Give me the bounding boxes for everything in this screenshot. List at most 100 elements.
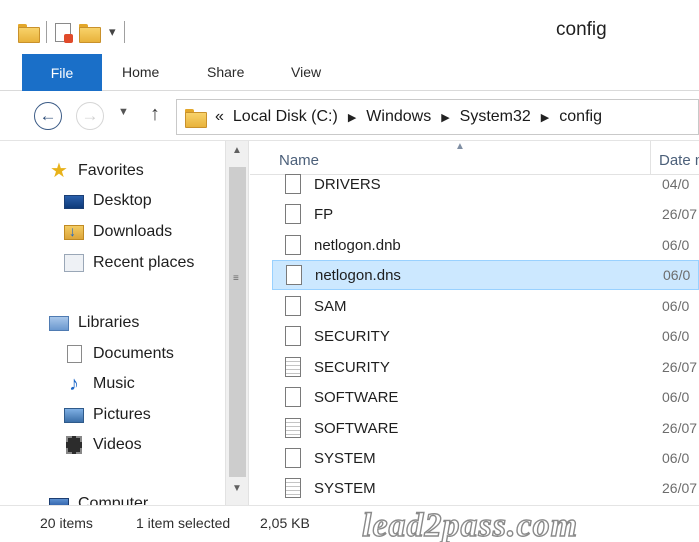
file-row[interactable]: SECURITY 26/07: [272, 352, 699, 382]
nav-item-pictures[interactable]: Pictures: [64, 402, 151, 428]
status-size: 2,05 KB: [260, 515, 310, 531]
scrollbar-thumb[interactable]: [229, 167, 246, 477]
toolbar-separator: [123, 21, 125, 43]
nav-label: Pictures: [93, 406, 151, 423]
recent-places-icon: [64, 254, 84, 272]
file-name: SAM: [314, 297, 347, 315]
file-date: 06/0: [662, 237, 690, 253]
lined-file-icon: [285, 357, 301, 377]
videos-icon: [66, 436, 82, 454]
nav-item-recent-places[interactable]: Recent places: [64, 250, 194, 276]
file-icon: [285, 296, 301, 316]
scroll-down-icon[interactable]: ▼: [226, 483, 248, 501]
nav-item-videos[interactable]: Videos: [64, 432, 142, 458]
tab-share[interactable]: Share: [207, 54, 244, 91]
file-name: SECURITY: [314, 327, 390, 345]
new-folder-icon[interactable]: [79, 23, 101, 43]
status-selection: 1 item selected: [136, 515, 231, 531]
file-date: 06/0: [663, 267, 691, 283]
properties-icon[interactable]: [55, 22, 73, 43]
nav-label: Libraries: [78, 314, 140, 331]
nav-item-documents[interactable]: Documents: [64, 341, 174, 367]
nav-label: Favorites: [78, 162, 144, 179]
watermark: lead2pass.com: [361, 506, 579, 542]
address-bar[interactable]: « Local Disk (C:) ▶ Windows ▶ System32 ▶…: [176, 99, 699, 135]
navigation-bar: ← → ▼ ↑ « Local Disk (C:) ▶ Windows ▶ Sy…: [0, 91, 699, 141]
documents-icon: [67, 345, 82, 363]
navigation-pane: ★ Favorites Desktop Downloads Recent pla…: [23, 141, 225, 505]
file-date: 06/0: [662, 328, 690, 344]
scroll-up-icon[interactable]: ▲: [226, 145, 248, 163]
nav-item-computer[interactable]: Computer: [49, 491, 148, 505]
file-name: SECURITY: [314, 358, 390, 376]
lined-file-icon: [285, 418, 301, 438]
file-date: 26/07: [662, 420, 698, 436]
file-date: 26/07: [662, 206, 698, 222]
file-row[interactable]: SECURITY 06/0: [272, 321, 699, 351]
file-name: netlogon.dns: [315, 266, 401, 284]
nav-item-libraries[interactable]: Libraries: [49, 310, 139, 336]
toolbar-separator: [46, 21, 47, 43]
nav-label: Desktop: [93, 192, 152, 209]
file-icon: [285, 448, 301, 468]
arrow-right-icon: →: [81, 106, 99, 125]
file-row[interactable]: SOFTWARE 26/07: [272, 413, 699, 443]
nav-item-desktop[interactable]: Desktop: [64, 188, 152, 214]
music-icon: ♪: [69, 373, 79, 395]
file-name: DRIVERS: [314, 175, 381, 193]
file-row[interactable]: SYSTEM 26/07: [272, 473, 699, 503]
tab-view[interactable]: View: [291, 54, 321, 91]
file-name: netlogon.dnb: [314, 236, 401, 254]
breadcrumb-system32[interactable]: System32: [460, 108, 531, 126]
file-row[interactable]: SYSTEM 06/0: [272, 443, 699, 473]
nav-label: Computer: [78, 495, 149, 505]
file-row[interactable]: SAM 06/0: [272, 291, 699, 321]
file-icon: [286, 265, 302, 285]
file-icon: [285, 387, 301, 407]
nav-item-downloads[interactable]: Downloads: [64, 219, 172, 245]
libraries-icon: [49, 315, 69, 331]
column-header-date[interactable]: Date m: [659, 152, 699, 169]
file-row[interactable]: netlogon.dnb 06/0: [272, 230, 699, 260]
nav-pane-scrollbar[interactable]: ▲ ≡ ▼: [225, 141, 249, 505]
address-overflow[interactable]: «: [215, 108, 224, 126]
file-row[interactable]: SOFTWARE 06/0: [272, 382, 699, 412]
folder-icon[interactable]: [18, 23, 40, 43]
breadcrumb-chevron-icon[interactable]: ▶: [348, 111, 356, 124]
customize-toolbar-dropdown-icon[interactable]: ▾: [109, 24, 116, 40]
nav-item-music[interactable]: ♪ Music: [64, 371, 135, 397]
back-button[interactable]: ←: [34, 102, 62, 130]
recent-locations-dropdown-icon[interactable]: ▼: [118, 106, 129, 118]
forward-button[interactable]: →: [76, 102, 104, 130]
file-icon: [285, 204, 301, 224]
breadcrumb-windows[interactable]: Windows: [366, 108, 431, 126]
file-icon: [285, 326, 301, 346]
tab-home[interactable]: Home: [122, 54, 159, 91]
star-icon: ★: [50, 160, 68, 182]
breadcrumb-chevron-icon[interactable]: ▶: [441, 111, 449, 124]
file-icon: [285, 235, 301, 255]
tab-file[interactable]: File: [22, 54, 102, 91]
pictures-icon: [64, 407, 84, 423]
file-date: 26/07: [662, 359, 698, 375]
column-header-name[interactable]: Name: [279, 152, 319, 169]
folder-icon: [185, 108, 207, 128]
nav-label: Music: [93, 375, 135, 392]
breadcrumb-chevron-icon[interactable]: ▶: [541, 111, 549, 124]
status-item-count: 20 items: [40, 515, 93, 531]
downloads-icon: [64, 223, 84, 240]
file-date: 26/07: [662, 480, 698, 496]
file-date: 06/0: [662, 298, 690, 314]
file-name: SOFTWARE: [314, 419, 399, 437]
nav-label: Downloads: [93, 223, 173, 240]
breadcrumb-config[interactable]: config: [559, 108, 602, 126]
up-arrow-icon[interactable]: ↑: [150, 103, 160, 126]
file-row[interactable]: FP 26/07: [272, 199, 699, 229]
file-name: SYSTEM: [314, 449, 376, 467]
file-date: 06/0: [662, 450, 690, 466]
nav-item-favorites[interactable]: ★ Favorites: [49, 158, 144, 184]
file-row[interactable]: DRIVERS 04/0: [272, 169, 699, 199]
window-title: config: [556, 19, 607, 40]
breadcrumb-local-disk[interactable]: Local Disk (C:): [233, 108, 338, 126]
file-row-selected[interactable]: netlogon.dns 06/0: [272, 260, 699, 290]
